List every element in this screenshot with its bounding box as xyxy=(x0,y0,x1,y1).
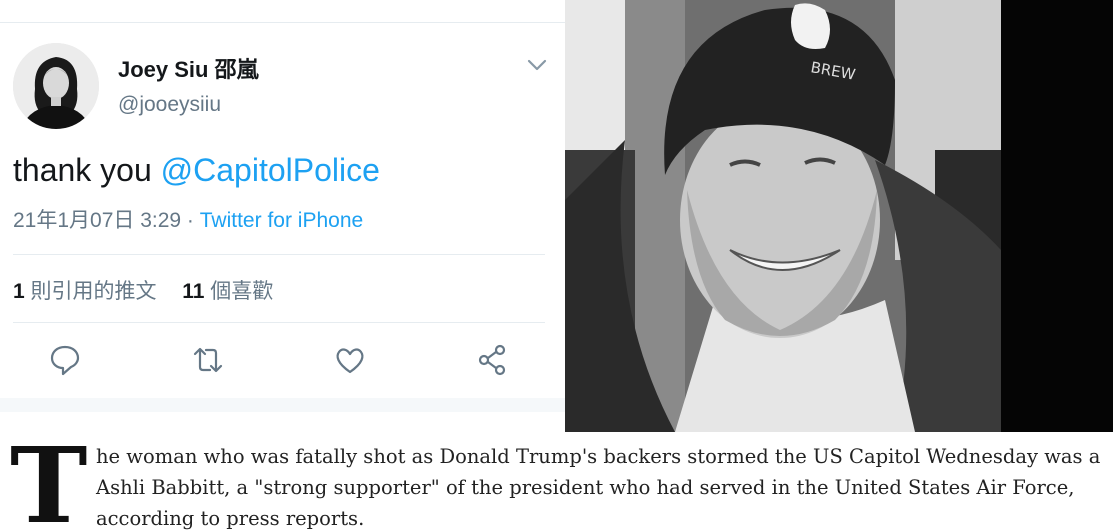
tweet-text: thank you @CapitolPolice xyxy=(13,152,380,189)
like-count: 11 xyxy=(182,280,205,303)
divider xyxy=(13,254,545,255)
portrait-photo: BREW xyxy=(565,0,1001,432)
avatar[interactable] xyxy=(13,43,99,129)
reply-icon[interactable] xyxy=(48,343,82,377)
quote-count: 1 xyxy=(13,280,25,303)
likes-stat[interactable]: 11 個喜歡 xyxy=(182,280,273,303)
tweet-text-prefix: thank you xyxy=(13,152,161,188)
share-icon[interactable] xyxy=(476,343,510,377)
portrait-image: BREW xyxy=(565,0,1001,432)
quote-label: 則引用的推文 xyxy=(24,280,157,303)
like-icon[interactable] xyxy=(333,343,367,377)
timestamp[interactable]: 21年1月07日 3:29 · xyxy=(13,209,200,232)
article-excerpt: T he woman who was fatally shot as Donal… xyxy=(0,432,1113,532)
article-paragraph: he woman who was fatally shot as Donald … xyxy=(96,445,1101,530)
tweet-stats: 1 則引用的推文 11 個喜歡 xyxy=(13,275,273,305)
source-link[interactable]: Twitter for iPhone xyxy=(200,209,363,232)
mention-link[interactable]: @CapitolPolice xyxy=(161,152,380,188)
user-handle[interactable]: @jooeysiiu xyxy=(118,93,221,117)
like-label: 個喜歡 xyxy=(204,280,274,303)
divider xyxy=(13,322,545,323)
retweet-icon[interactable] xyxy=(191,343,225,377)
tweet-bottom-bar xyxy=(0,398,565,412)
display-name[interactable]: Joey Siu 邵嵐 xyxy=(118,52,259,84)
quote-tweets-stat[interactable]: 1 則引用的推文 xyxy=(13,280,157,303)
chevron-down-icon[interactable] xyxy=(527,58,547,72)
tweet-meta: 21年1月07日 3:29 · Twitter for iPhone xyxy=(13,204,363,234)
tweet-card: Joey Siu 邵嵐 @jooeysiiu thank you @Capito… xyxy=(0,0,565,432)
black-border xyxy=(1001,0,1113,432)
divider xyxy=(0,22,565,23)
avatar-image xyxy=(13,43,99,129)
drop-cap: T xyxy=(10,432,88,532)
